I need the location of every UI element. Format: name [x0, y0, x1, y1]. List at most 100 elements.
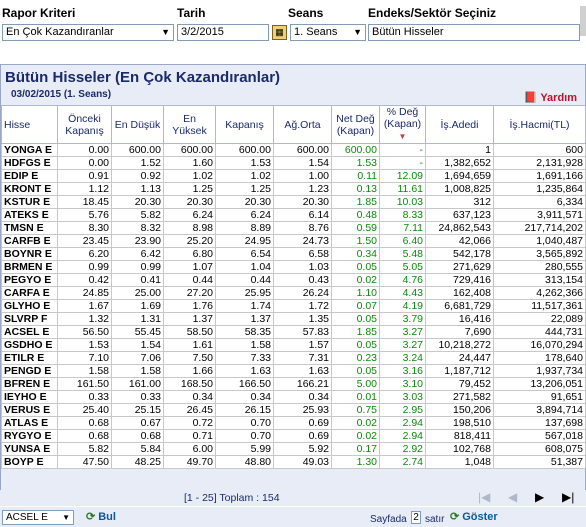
cell-hisse: PENGD E [1, 364, 58, 378]
cell-hisse: KRONT E [1, 182, 58, 196]
cell-yuzde-deg: - [379, 143, 426, 157]
cell-hisse: HDFGS E [1, 156, 58, 170]
cell-hisse: TMSN E [1, 221, 58, 235]
table-cell: 20.30 [163, 195, 216, 209]
col-header-is-hacmi[interactable]: İş.Hacmi(TL) [493, 105, 586, 144]
col-header-yuzde-deg[interactable]: % Değ (Kapan) ▼ [379, 105, 426, 144]
cell-net-deg: 0.13 [331, 182, 380, 196]
table-row[interactable]: VERUS E 25.40 25.15 26.45 26.15 25.93 0.75 2.95… [1, 403, 586, 417]
col-header-ag-orta[interactable]: Ağ.Orta [273, 105, 332, 144]
col-header-hisse[interactable]: Hisse [1, 105, 58, 144]
endeks-input[interactable]: Bütün Hisseler [368, 24, 580, 41]
table-cell: 1.52 [111, 156, 164, 170]
table-cell: 0.42 [57, 273, 112, 287]
col-header-onceki-kapanis[interactable]: Önceki Kapanış [57, 105, 112, 144]
table-row[interactable]: TMSN E 8.30 8.32 8.98 8.89 8.76 0.59 7.11 24,862… [1, 221, 586, 235]
col-header-en-yuksek[interactable]: En Yüksek [163, 105, 216, 144]
help-link[interactable]: 📕 Yardım [524, 91, 577, 104]
table-row[interactable]: BFREN E 161.50 161.00 168.50 166.50 166.21 5.0… [1, 377, 586, 391]
table-cell: 58.50 [163, 325, 216, 339]
table-row[interactable]: ATLAS E 0.68 0.67 0.72 0.70 0.69 0.02 2.94 198,5… [1, 416, 586, 430]
col-header-net-deg[interactable]: Net Değ (Kapan) [331, 105, 380, 144]
last-page-icon[interactable]: ▶| [562, 490, 574, 504]
rapor-kriteri-label: Rapor Kriteri [2, 6, 76, 20]
table-row[interactable]: IEYHO E 0.33 0.33 0.34 0.34 0.34 0.01 3.03 271,5… [1, 390, 586, 404]
table-cell: 162,408 [425, 286, 494, 300]
cell-net-deg: 1.85 [331, 195, 380, 209]
table-row[interactable]: EDIP E 0.91 0.92 1.02 1.02 1.00 0.11 12.09 1,694… [1, 169, 586, 183]
table-row[interactable]: PEGYO E 0.42 0.41 0.44 0.44 0.43 0.02 4.76 729,4… [1, 273, 586, 287]
col-header-kapanis[interactable]: Kapanış [215, 105, 274, 144]
table-cell: 6.20 [57, 247, 112, 261]
table-row[interactable]: ATEKS E 5.76 5.82 6.24 6.24 6.14 0.48 8.33 637,1… [1, 208, 586, 222]
table-cell: 25.93 [273, 403, 332, 417]
table-row[interactable]: BOYNR E 6.20 6.42 6.80 6.54 6.58 0.34 5.48 542,1… [1, 247, 586, 261]
table-cell: 0.33 [57, 390, 112, 404]
table-cell: 1.60 [163, 156, 216, 170]
col-header-en-dusuk[interactable]: En Düşük [111, 105, 164, 144]
table-cell: 0.44 [215, 273, 274, 287]
cell-yuzde-deg: 10.03 [379, 195, 426, 209]
cell-yuzde-deg: 5.05 [379, 260, 426, 274]
table-row[interactable]: GSDHO E 1.53 1.54 1.61 1.58 1.57 0.05 3.27 10,21… [1, 338, 586, 352]
table-cell: 1,382,652 [425, 156, 494, 170]
table-row[interactable]: SLVRP F 1.32 1.31 1.37 1.37 1.35 0.05 3.79 16,41… [1, 312, 586, 326]
cell-yuzde-deg: 2.92 [379, 442, 426, 456]
table-row[interactable]: HDFGS E 0.00 1.52 1.60 1.53 1.54 1.53-1,382,65… [1, 156, 586, 170]
stock-select[interactable]: ACSEL E ▼ [2, 510, 74, 525]
table-row[interactable]: YUNSA E 5.82 5.84 6.00 5.99 5.92 0.17 2.92 102,7… [1, 442, 586, 456]
cell-hisse: GLYHO E [1, 299, 58, 313]
table-cell: 1.35 [273, 312, 332, 326]
table-row[interactable]: RYGYO E 0.68 0.68 0.71 0.70 0.69 0.02 2.94 818,4… [1, 429, 586, 443]
table-row[interactable]: BRMEN E 0.99 0.99 1.07 1.04 1.03 0.05 5.05 271,6… [1, 260, 586, 274]
table-cell: 637,123 [425, 208, 494, 222]
tarih-input[interactable]: 3/2/2015 [177, 24, 269, 41]
cell-yuzde-deg: 3.10 [379, 377, 426, 391]
table-row[interactable]: CARFA E 24.85 25.00 27.20 25.95 26.24 1.10 4.43… [1, 286, 586, 300]
help-label: Yardım [540, 92, 577, 104]
table-cell: 1.07 [163, 260, 216, 274]
table-row[interactable]: BOYP E 47.50 48.25 49.70 48.80 49.03 1.30 2.74 1… [1, 455, 586, 469]
cell-net-deg: 0.05 [331, 312, 380, 326]
cell-net-deg: 0.02 [331, 429, 380, 443]
satir-label: satır [425, 514, 445, 525]
table-cell: 56.50 [57, 325, 112, 339]
table-cell: 5.84 [111, 442, 164, 456]
goster-button[interactable]: ⟳ Göster [450, 510, 498, 523]
scrollbar[interactable] [580, 6, 586, 36]
cell-yuzde-deg: - [379, 156, 426, 170]
table-cell: 600.00 [111, 143, 164, 157]
table-cell: 6,334 [493, 195, 586, 209]
table-cell: 23.45 [57, 234, 112, 248]
calendar-icon[interactable]: ▦ [272, 25, 287, 40]
table-cell: 1,040,487 [493, 234, 586, 248]
next-page-icon[interactable]: ▶ [535, 490, 544, 504]
table-row[interactable]: ETILR E 7.10 7.06 7.50 7.33 7.31 0.23 3.24 24,44… [1, 351, 586, 365]
table-cell: 6.58 [273, 247, 332, 261]
seans-select[interactable]: 1. Seans ▼ [290, 24, 366, 41]
table-row[interactable]: KRONT E 1.12 1.13 1.25 1.25 1.23 0.13 11.61 1,00… [1, 182, 586, 196]
col-header-is-adedi[interactable]: İş.Adedi [425, 105, 494, 144]
table-cell: 20.30 [111, 195, 164, 209]
table-cell: 166.21 [273, 377, 332, 391]
rows-per-page-input[interactable]: 2 [411, 511, 421, 524]
table-cell: 1,937,734 [493, 364, 586, 378]
table-row[interactable]: KSTUR E 18.45 20.30 20.30 20.30 20.30 1.85 10.0… [1, 195, 586, 209]
bottom-toolbar: ACSEL E ▼ ⟳ Bul Sayfada 2 satır ⟳ Göster [0, 507, 586, 527]
cell-hisse: BRMEN E [1, 260, 58, 274]
table-row[interactable]: CARFB E 23.45 23.90 25.20 24.95 24.73 1.50 6.40… [1, 234, 586, 248]
table-row[interactable]: PENGD E 1.58 1.58 1.66 1.63 1.63 0.05 3.16 1,187… [1, 364, 586, 378]
cell-net-deg: 0.05 [331, 364, 380, 378]
table-row[interactable]: ACSEL E 56.50 55.45 58.50 58.35 57.83 1.85 3.27… [1, 325, 586, 339]
table-cell: 1.53 [215, 156, 274, 170]
bul-button[interactable]: ⟳ Bul [86, 510, 116, 523]
table-cell: 6,681,729 [425, 299, 494, 313]
table-cell: 91,651 [493, 390, 586, 404]
rapor-kriteri-select[interactable]: En Çok Kazandıranlar ▼ [2, 24, 174, 41]
table-row[interactable]: GLYHO E 1.67 1.69 1.76 1.74 1.72 0.07 4.19 6,681… [1, 299, 586, 313]
table-cell: 25.40 [57, 403, 112, 417]
table-row[interactable]: YONGA E 0.00 600.00 600.00 600.00 600.00 600.0… [1, 143, 586, 157]
table-cell: 1.66 [163, 364, 216, 378]
cell-net-deg: 1.50 [331, 234, 380, 248]
table-cell: 5.82 [57, 442, 112, 456]
